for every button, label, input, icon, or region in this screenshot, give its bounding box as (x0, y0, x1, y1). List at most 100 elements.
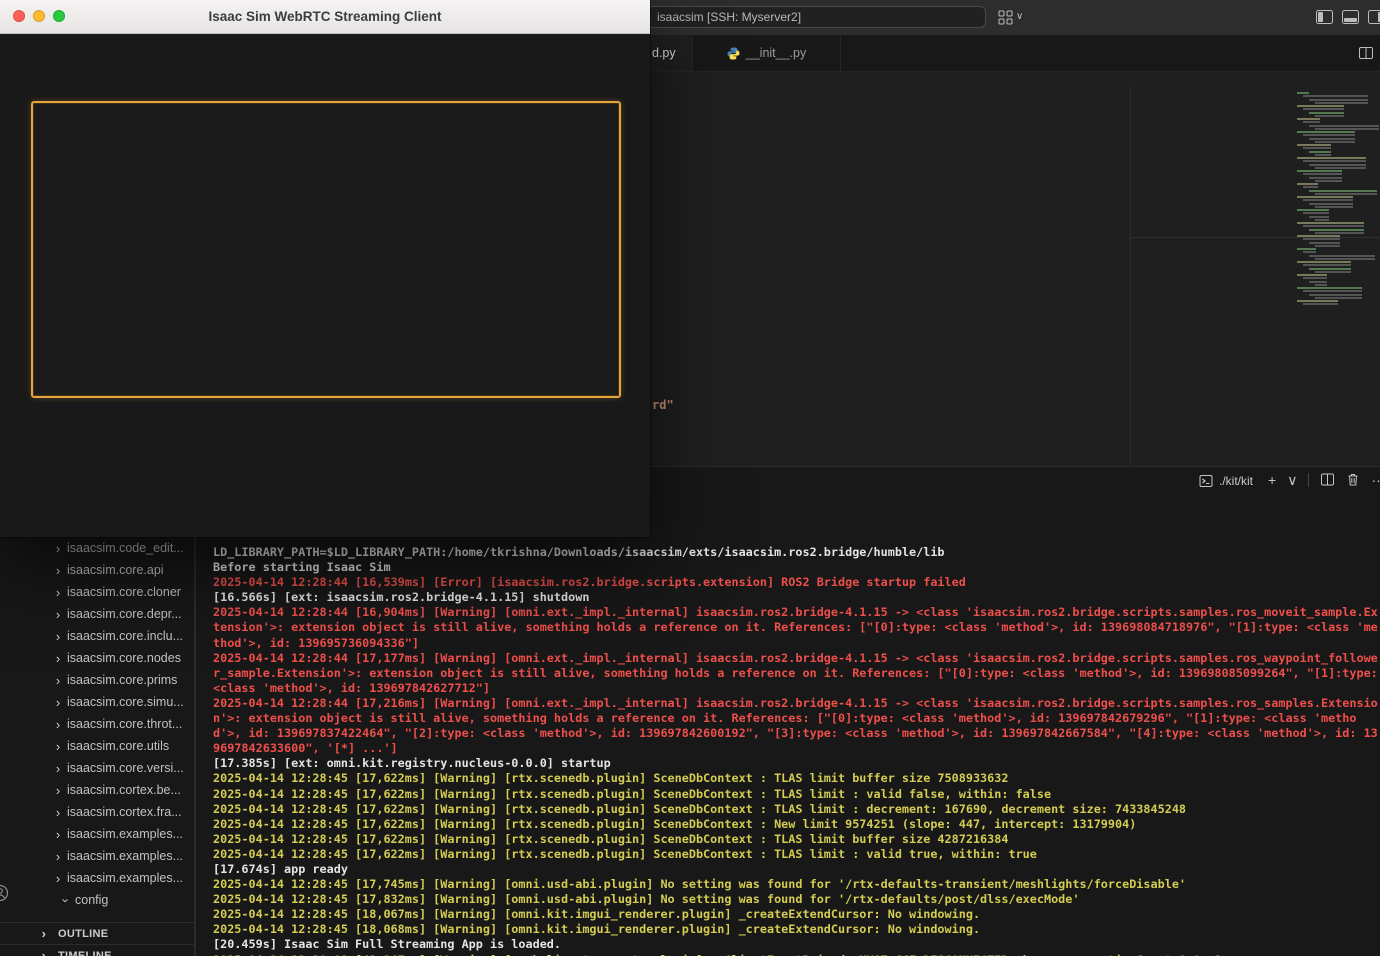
tree-item[interactable]: ›isaacsim.core.cloner (0, 581, 195, 603)
tree-item[interactable]: ›isaacsim.examples... (0, 845, 195, 867)
minimap-line (1309, 268, 1351, 270)
minimap-line (1315, 180, 1342, 182)
toggle-panel-icon[interactable] (1342, 10, 1359, 24)
isaac-window-title: Isaac Sim WebRTC Streaming Client (208, 9, 441, 24)
tree-item[interactable]: ›isaacsim.core.simu... (0, 691, 195, 713)
minimap-line (1303, 121, 1320, 123)
minimap-line (1297, 183, 1318, 185)
apps-grid-icon (998, 10, 1013, 25)
zoom-button[interactable] (53, 10, 65, 22)
code-fragment: rd" (652, 398, 674, 412)
tree-item-label: isaacsim.cortex.be... (67, 783, 181, 797)
isaac-window-titlebar[interactable]: Isaac Sim WebRTC Streaming Client (0, 0, 650, 34)
toggle-sidebar-icon[interactable] (1316, 10, 1333, 24)
apps-grid-button[interactable]: ∨ (998, 8, 1023, 26)
command-center-text: isaacsim [SSH: Myserver2] (657, 10, 801, 24)
minimize-button[interactable] (33, 10, 45, 22)
tree-item-label: config (75, 893, 108, 907)
minimap-line (1303, 238, 1340, 240)
terminal-dropdown-icon[interactable]: ∨ (1287, 473, 1297, 487)
tree-item[interactable]: ›isaacsim.core.utils (0, 735, 195, 757)
isaac-sim-window: Isaac Sim WebRTC Streaming Client (0, 0, 650, 537)
terminal-line: LD_LIBRARY_PATH=$LD_LIBRARY_PATH:/home/t… (213, 545, 1378, 560)
minimap-line (1297, 118, 1320, 120)
minimap-line (1303, 134, 1355, 136)
tree-item-label: isaacsim.core.prims (67, 673, 177, 687)
new-terminal-icon[interactable]: + (1268, 473, 1276, 487)
tree-item[interactable]: ›isaacsim.cortex.be... (0, 779, 195, 801)
more-actions-icon[interactable]: ··· (1371, 473, 1380, 487)
tree-item[interactable]: ›isaacsim.core.api (0, 559, 195, 581)
terminal-tab-label: ./kit/kit (1219, 474, 1253, 488)
tree-item-label: isaacsim.core.depr... (67, 607, 182, 621)
minimap-line (1309, 177, 1342, 179)
split-editor-icon[interactable] (1358, 45, 1374, 61)
chevron-right-icon: › (52, 761, 64, 776)
tree-item[interactable]: ›config (0, 889, 195, 911)
terminal-line: 2025-04-14 12:28:44 [17,177ms] [Warning]… (213, 651, 1378, 696)
minimap-line (1297, 274, 1327, 276)
minimap-line (1309, 125, 1379, 127)
terminal-icon (1199, 474, 1213, 488)
outline-section-header[interactable]: › OUTLINE (0, 922, 195, 944)
terminal-line: 2025-04-14 12:28:45 [17,622ms] [Warning]… (213, 802, 1378, 817)
kill-terminal-icon[interactable] (1346, 472, 1360, 487)
terminal-line: 2025-04-14 12:28:45 [17,622ms] [Warning]… (213, 847, 1378, 862)
tree-item-label: isaacsim.core.inclu... (67, 629, 183, 643)
minimap-line (1315, 258, 1375, 260)
tab-init-py[interactable]: __init__.py (693, 35, 841, 71)
split-terminal-icon[interactable] (1320, 472, 1335, 487)
streaming-viewport[interactable] (31, 101, 621, 398)
terminal-line: 2025-04-14 12:28:45 [17,745ms] [Warning]… (213, 877, 1378, 892)
tree-item[interactable]: ›isaacsim.core.inclu... (0, 625, 195, 647)
command-center[interactable]: isaacsim [SSH: Myserver2] (646, 6, 986, 28)
minimap-line (1303, 147, 1331, 149)
tree-item[interactable]: ›isaacsim.core.nodes (0, 647, 195, 669)
chevron-right-icon: › (52, 607, 64, 622)
timeline-section-header[interactable]: › TIMELINE (0, 944, 195, 956)
minimap-line (1309, 164, 1366, 166)
terminal-line: 2025-04-14 12:29:08 [41,347ms] [Warning]… (213, 953, 1378, 956)
minimap-line (1315, 271, 1351, 273)
chevron-right-icon: › (52, 871, 64, 886)
minimap-line (1303, 108, 1344, 110)
chevron-right-icon: › (52, 673, 64, 688)
minimap-line (1297, 92, 1309, 94)
tree-item[interactable]: ›isaacsim.examples... (0, 867, 195, 889)
minimap[interactable] (1297, 92, 1380, 310)
chevron-down-icon: ∨ (1016, 12, 1023, 22)
tree-item[interactable]: ›isaacsim.core.prims (0, 669, 195, 691)
minimap-line (1309, 99, 1368, 101)
minimap-line (1297, 287, 1362, 289)
tree-item-label: isaacsim.core.utils (67, 739, 169, 753)
tree-item-label: isaacsim.core.api (67, 563, 164, 577)
tree-item[interactable]: ›isaacsim.code_edit... (0, 537, 195, 559)
tree-item-label: isaacsim.core.throt... (67, 717, 182, 731)
minimap-line (1297, 105, 1344, 107)
terminal-line: 2025-04-14 12:28:45 [17,622ms] [Warning]… (213, 787, 1378, 802)
tree-item-label: isaacsim.examples... (67, 849, 183, 863)
tree-item[interactable]: ›isaacsim.core.throt... (0, 713, 195, 735)
editor-group-divider[interactable] (1130, 86, 1131, 466)
tree-item[interactable]: ›isaacsim.cortex.fra... (0, 801, 195, 823)
minimap-line (1309, 216, 1329, 218)
minimap-line (1315, 284, 1327, 286)
terminal-output[interactable]: LD_LIBRARY_PATH=$LD_LIBRARY_PATH:/home/t… (213, 545, 1378, 956)
minimap-line (1297, 144, 1331, 146)
close-button[interactable] (13, 10, 25, 22)
minimap-line (1303, 264, 1351, 266)
terminal-tab[interactable]: ./kit/kit (1199, 474, 1253, 488)
tree-item[interactable]: ›isaacsim.core.depr... (0, 603, 195, 625)
tree-item[interactable]: ›isaacsim.core.versi... (0, 757, 195, 779)
terminal-line: 2025-04-14 12:28:45 [17,832ms] [Warning]… (213, 892, 1378, 907)
chevron-right-icon: › (38, 926, 50, 941)
customize-layout-icon[interactable] (1368, 10, 1380, 24)
terminal-panel: ./kit/kit + ∨ ··· ^ LD_LIBRARY_ (195, 466, 1380, 956)
terminal-line: 2025-04-14 12:28:44 [16,904ms] [Warning]… (213, 605, 1378, 650)
window-controls (13, 10, 65, 22)
tree-item-label: isaacsim.core.cloner (67, 585, 181, 599)
tree-item[interactable]: ›isaacsim.examples... (0, 823, 195, 845)
minimap-line (1315, 115, 1344, 117)
tree-item-label: isaacsim.examples... (67, 827, 183, 841)
minimap-line (1303, 251, 1316, 253)
